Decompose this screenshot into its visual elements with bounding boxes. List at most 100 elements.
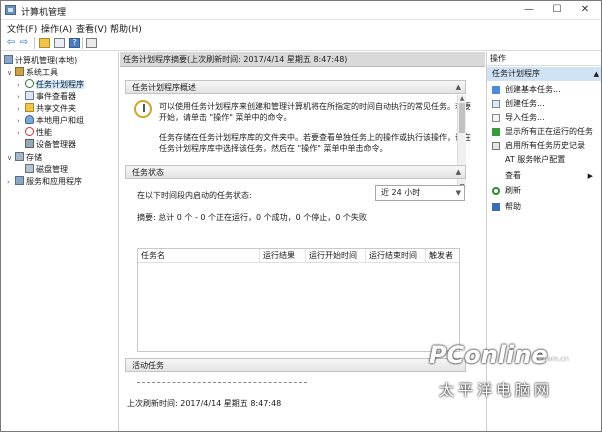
collapsed-chevron-icon[interactable]: ›: [17, 91, 25, 103]
column-run-start[interactable]: 运行开始时间: [306, 249, 366, 263]
tree-label: 磁盘管理: [36, 165, 68, 174]
overview-paragraph-1-line-1: 可以使用任务计划程序来创建和管理计算机将在所指定的时间自动执行的常见任务。若要: [159, 102, 471, 111]
status-period-label: 在以下时间段内启动的任务状态:: [137, 191, 252, 200]
services-icon: [15, 176, 24, 185]
collapse-icon[interactable]: ▲: [594, 67, 599, 81]
disk-icon: [25, 164, 34, 173]
menu-action[interactable]: 操作(A): [41, 22, 72, 35]
history-icon: [492, 142, 500, 150]
action-help[interactable]: 帮助: [487, 200, 601, 214]
collapse-icon[interactable]: ▲: [456, 166, 461, 179]
tree-node-services-applications[interactable]: › 服务和应用程序: [7, 176, 82, 188]
status-period-select[interactable]: 近 24 小时 ▼: [375, 185, 465, 201]
action-enable-history[interactable]: 启用所有任务历史记录: [487, 139, 601, 153]
show-hide-tree-icon[interactable]: [54, 38, 65, 48]
tree-node-system-tools[interactable]: ∨ 系统工具: [7, 67, 58, 79]
menu-bar: 文件(F) 操作(A) 查看(V) 帮助(H): [1, 20, 601, 35]
toolbar: ⇦ ⇨ ?: [1, 35, 601, 51]
task-status-table: 任务名 运行结果 运行开始时间 运行结束时间 触发者: [137, 248, 460, 352]
actions-title: 操作: [487, 52, 601, 66]
tree-node-task-scheduler[interactable]: › 任务计划程序: [17, 79, 84, 91]
show-hide-action-pane-icon[interactable]: [86, 38, 97, 48]
active-tasks-section-header[interactable]: 活动任务: [125, 358, 466, 372]
storage-icon: [15, 152, 24, 161]
watermark-url: .com.cn: [541, 355, 569, 363]
menu-view[interactable]: 查看(V): [76, 22, 107, 35]
action-refresh[interactable]: 刷新: [487, 184, 601, 198]
tree-node-storage[interactable]: ∨ 存储: [7, 152, 42, 164]
menu-help[interactable]: 帮助(H): [110, 22, 142, 35]
expanded-chevron-icon[interactable]: ∨: [7, 152, 15, 164]
performance-icon: [25, 127, 34, 136]
tree-node-computer-management[interactable]: 计算机管理(本地): [4, 55, 77, 67]
tree-node-device-manager[interactable]: 设备管理器: [25, 139, 76, 151]
help-icon[interactable]: ?: [69, 38, 80, 48]
navigation-tree: 计算机管理(本地) ∨ 系统工具 › 任务计划程序 › 事件查看器 › 共享文件夹 › 本…: [1, 52, 119, 431]
collapsed-chevron-icon[interactable]: ›: [7, 176, 15, 188]
overview-paragraph-1-line-2: 开始，请单击 "操作" 菜单中的命令。: [159, 113, 292, 122]
tree-node-disk-management[interactable]: 磁盘管理: [25, 164, 68, 176]
system-tools-icon: [15, 67, 24, 76]
menu-file[interactable]: 文件(F): [7, 22, 37, 35]
tree-node-shared-folders[interactable]: › 共享文件夹: [17, 103, 76, 115]
collapsed-chevron-icon[interactable]: ›: [17, 127, 25, 139]
actions-section-task-scheduler[interactable]: 任务计划程序 ▲: [487, 67, 601, 81]
column-run-result[interactable]: 运行结果: [260, 249, 306, 263]
action-view[interactable]: 查看 ▶: [487, 169, 601, 183]
scroll-up-icon[interactable]: ▲: [458, 95, 466, 102]
collapse-icon[interactable]: ▲: [456, 81, 461, 94]
expanded-chevron-icon[interactable]: ∨: [7, 67, 15, 79]
column-run-end[interactable]: 运行结束时间: [366, 249, 426, 263]
action-label: 查看: [505, 171, 521, 180]
tree-node-event-viewer[interactable]: › 事件查看器: [17, 91, 76, 103]
column-task-name[interactable]: 任务名: [138, 249, 260, 263]
action-label: 创建基本任务...: [505, 85, 561, 94]
action-label: 帮助: [505, 202, 521, 211]
collapsed-chevron-icon[interactable]: ›: [17, 103, 25, 115]
close-button[interactable]: ✕: [572, 1, 598, 19]
action-show-running-tasks[interactable]: 显示所有正在运行的任务: [487, 125, 601, 139]
tree-node-performance[interactable]: › 性能: [17, 127, 52, 139]
device-manager-icon: [25, 139, 34, 148]
back-arrow-icon[interactable]: ⇦: [5, 37, 17, 48]
tree-node-local-users[interactable]: › 本地用户和组: [17, 115, 84, 127]
create-basic-task-icon: [492, 86, 500, 94]
action-create-basic-task[interactable]: 创建基本任务...: [487, 83, 601, 97]
action-label: 导入任务...: [505, 113, 545, 122]
up-folder-icon[interactable]: [39, 38, 50, 48]
create-task-icon: [492, 100, 500, 108]
forward-arrow-icon[interactable]: ⇨: [18, 37, 30, 48]
computer-management-icon: [5, 5, 16, 15]
tree-label: 计算机管理(本地): [15, 56, 78, 65]
title-bar: 计算机管理 — ☐ ✕: [1, 1, 601, 20]
scrollbar-thumb[interactable]: [459, 103, 465, 133]
section-title: 活动任务: [132, 361, 164, 370]
watermark-subtitle: 太平洋电脑网: [439, 381, 554, 399]
tree-label: 本地用户和组: [36, 116, 84, 125]
minimize-button[interactable]: —: [516, 1, 542, 19]
tree-label: 任务计划程序: [36, 80, 84, 89]
action-create-task[interactable]: 创建任务...: [487, 97, 601, 111]
action-at-service-config[interactable]: AT 服务帐户配置: [487, 153, 601, 167]
column-triggered-by[interactable]: 触发者: [426, 249, 459, 263]
task-summary: 摘要: 总计 0 个 - 0 个正在运行，0 个成功，0 个停止，0 个失败: [137, 213, 367, 222]
active-tasks-divider: [137, 382, 307, 383]
task-status-section-header[interactable]: 任务状态 ▲: [125, 165, 466, 179]
submenu-arrow-icon: ▶: [587, 172, 593, 180]
section-title: 任务计划程序概述: [132, 83, 196, 92]
clock-icon: [25, 79, 34, 88]
event-viewer-icon: [25, 91, 34, 100]
toolbar-separator: [82, 37, 83, 49]
action-label: 显示所有正在运行的任务: [505, 127, 593, 136]
collapsed-chevron-icon[interactable]: ›: [17, 79, 25, 91]
action-import-task[interactable]: 导入任务...: [487, 111, 601, 125]
tree-label: 系统工具: [26, 68, 58, 77]
maximize-button[interactable]: ☐: [544, 1, 570, 19]
running-tasks-icon: [492, 128, 500, 136]
last-refresh-time: 上次刷新时间: 2017/4/14 星期五 8:47:48: [127, 399, 282, 408]
selected-value: 近 24 小时: [381, 188, 421, 197]
watermark-logo: PConline: [429, 341, 548, 369]
collapsed-chevron-icon[interactable]: ›: [17, 115, 25, 127]
action-label: 创建任务...: [505, 99, 545, 108]
overview-section-header[interactable]: 任务计划程序概述 ▲: [125, 80, 466, 94]
